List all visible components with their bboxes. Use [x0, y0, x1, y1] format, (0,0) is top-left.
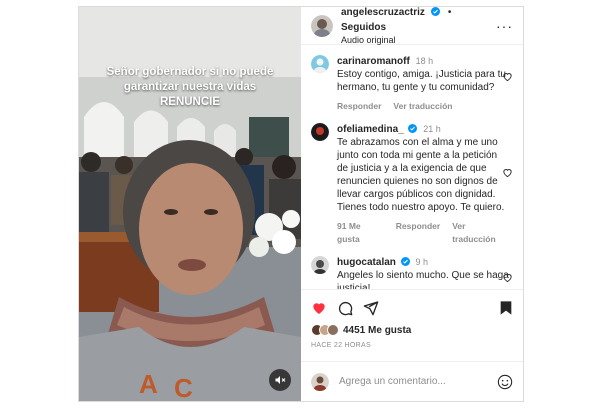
share-icon[interactable] [363, 300, 379, 316]
comment-time[interactable]: 18 h [416, 56, 434, 66]
overlay-line: RENUNCIE [159, 96, 221, 108]
current-user-avatar [311, 372, 329, 391]
comment: carinaromanoff 18 h Estoy contigo, amiga… [311, 55, 513, 113]
commenter-username[interactable]: ofeliamedina_ [337, 124, 404, 135]
speaker-muted-icon [275, 376, 286, 384]
likes-count[interactable]: 4451 Me gusta [343, 325, 411, 336]
comment-text: Angeles lo siento mucho. Que se haga jus… [337, 270, 509, 289]
instagram-post: A C Señor gobernador si no puede garanti… [78, 6, 524, 402]
comment-input[interactable] [339, 376, 497, 387]
verified-badge-icon [408, 124, 418, 133]
post-video[interactable]: A C Señor gobernador si no puede garanti… [79, 7, 301, 401]
comment-time[interactable]: 21 h [423, 124, 441, 134]
mute-button[interactable] [269, 369, 291, 391]
translate-button[interactable]: Ver traducción [452, 220, 509, 246]
commenter-avatar[interactable] [311, 256, 329, 274]
comment: hugocatalan 9 h Angeles lo siento mucho.… [311, 256, 513, 289]
add-comment-bar [301, 361, 523, 401]
commenter-username[interactable]: hugocatalan [337, 257, 396, 268]
comment-icon[interactable] [337, 300, 353, 316]
emoji-icon[interactable] [497, 374, 513, 390]
translate-button[interactable]: Ver traducción [393, 100, 452, 113]
commenter-avatar[interactable] [311, 123, 329, 141]
verified-badge-icon [400, 257, 410, 266]
comment-text: Te abrazamos con el alma y me uno junto … [337, 137, 505, 213]
verified-badge-icon [431, 7, 441, 16]
post-timestamp[interactable]: HACE 22 HORAS [311, 342, 513, 349]
comment: ofeliamedina_ 21 h Te abrazamos con el a… [311, 123, 513, 246]
comment-likes[interactable]: 91 Me gusta [337, 220, 384, 246]
like-comment-heart-icon[interactable] [502, 272, 513, 283]
more-icon[interactable]: ··· [496, 18, 513, 34]
comment-time[interactable]: 9 h [415, 257, 428, 267]
like-comment-heart-icon[interactable] [502, 71, 513, 82]
following-button[interactable]: Seguidos [341, 22, 386, 33]
comment-text: Estoy contigo, amiga. ¡Justicia para tu … [337, 69, 506, 93]
heart-filled-icon[interactable] [311, 300, 327, 316]
author-avatar[interactable] [311, 14, 333, 37]
reply-button[interactable]: Responder [396, 220, 440, 246]
author-username[interactable]: angelescruzactriz [341, 7, 425, 18]
svg-text:C: C [174, 373, 193, 401]
bookmark-icon[interactable] [499, 300, 513, 316]
post-actions: 4451 Me gusta HACE 22 HORAS [301, 289, 523, 361]
comments-list: carinaromanoff 18 h Estoy contigo, amiga… [301, 45, 523, 289]
svg-text:A: A [139, 369, 158, 399]
post-side-panel: angelescruzactriz • Seguidos Audio origi… [301, 7, 523, 401]
video-caption-overlay: Señor gobernador si no puede garantizar … [79, 65, 301, 110]
likers-avatars[interactable] [311, 324, 339, 336]
commenter-username[interactable]: carinaromanoff [337, 56, 410, 67]
overlay-line: Señor gobernador si no puede [106, 66, 274, 78]
commenter-avatar[interactable] [311, 55, 329, 73]
reply-button[interactable]: Responder [337, 100, 381, 113]
like-comment-heart-icon[interactable] [502, 167, 513, 178]
post-header: angelescruzactriz • Seguidos Audio origi… [301, 7, 523, 45]
overlay-line: garantizar nuestra vidas [123, 81, 257, 93]
separator-dot: • [447, 7, 452, 18]
